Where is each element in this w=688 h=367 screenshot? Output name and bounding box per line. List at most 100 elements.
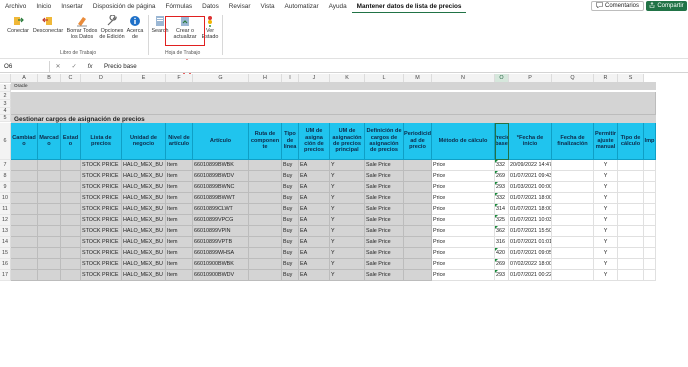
table-cell[interactable]: Buy: [282, 171, 299, 182]
table-cell[interactable]: [249, 204, 282, 215]
table-cell[interactable]: [61, 193, 81, 204]
column-title[interactable]: Método de cálculo: [432, 123, 495, 160]
table-cell[interactable]: 269: [495, 259, 509, 270]
table-cell[interactable]: EA: [299, 215, 330, 226]
table-cell[interactable]: 332: [495, 160, 509, 171]
table-cell[interactable]: [38, 204, 61, 215]
table-cell[interactable]: [552, 248, 594, 259]
table-cell[interactable]: [61, 259, 81, 270]
table-cell[interactable]: [644, 171, 656, 182]
table-cell[interactable]: STOCK PRICE: [81, 237, 122, 248]
column-title[interactable]: Periodicid ad de precio: [404, 123, 432, 160]
row-header[interactable]: 7: [0, 160, 11, 171]
table-cell[interactable]: EA: [299, 160, 330, 171]
table-cell[interactable]: Item: [166, 215, 193, 226]
table-cell[interactable]: [644, 204, 656, 215]
table-cell[interactable]: [11, 248, 38, 259]
table-cell[interactable]: Y: [594, 270, 618, 281]
table-cell[interactable]: Price: [432, 193, 495, 204]
table-cell[interactable]: EA: [299, 270, 330, 281]
table-cell[interactable]: Buy: [282, 204, 299, 215]
table-cell[interactable]: Price: [432, 171, 495, 182]
menu-tab[interactable]: Inicio: [31, 0, 56, 13]
table-cell[interactable]: Y: [330, 193, 365, 204]
table-cell[interactable]: Sale Price: [365, 237, 404, 248]
disconnect-button[interactable]: Desconectar: [32, 15, 64, 34]
table-cell[interactable]: Item: [166, 259, 193, 270]
column-title[interactable]: Permitir ajuste manual: [594, 123, 618, 160]
table-cell[interactable]: [249, 160, 282, 171]
table-cell[interactable]: Buy: [282, 160, 299, 171]
table-cell[interactable]: Y: [330, 226, 365, 237]
table-cell[interactable]: 66010899CLWT: [193, 204, 249, 215]
table-cell[interactable]: STOCK PRICE: [81, 193, 122, 204]
table-cell[interactable]: [38, 248, 61, 259]
table-cell[interactable]: [11, 237, 38, 248]
table-cell[interactable]: [61, 204, 81, 215]
table-cell[interactable]: 66010899BWNC: [193, 182, 249, 193]
table-cell[interactable]: EA: [299, 204, 330, 215]
table-cell[interactable]: 316: [495, 237, 509, 248]
table-cell[interactable]: Buy: [282, 237, 299, 248]
table-cell[interactable]: [618, 237, 644, 248]
row-header[interactable]: 13: [0, 226, 11, 237]
table-cell[interactable]: Item: [166, 193, 193, 204]
table-cell[interactable]: 01/07/2021 15:50: [509, 226, 552, 237]
table-cell[interactable]: Sale Price: [365, 160, 404, 171]
table-cell[interactable]: Y: [330, 171, 365, 182]
table-cell[interactable]: Y: [330, 160, 365, 171]
table-cell[interactable]: HALO_MEX_BU: [122, 259, 166, 270]
table-cell[interactable]: Y: [330, 182, 365, 193]
table-cell[interactable]: STOCK PRICE: [81, 270, 122, 281]
table-cell[interactable]: [618, 182, 644, 193]
table-cell[interactable]: 293: [495, 182, 509, 193]
table-cell[interactable]: [618, 160, 644, 171]
table-cell[interactable]: Buy: [282, 270, 299, 281]
table-cell[interactable]: 66010899BWBK: [193, 160, 249, 171]
table-cell[interactable]: Y: [594, 237, 618, 248]
table-cell[interactable]: Sale Price: [365, 193, 404, 204]
table-cell[interactable]: [618, 270, 644, 281]
table-cell[interactable]: 269: [495, 171, 509, 182]
table-cell[interactable]: EA: [299, 182, 330, 193]
table-cell[interactable]: Sale Price: [365, 182, 404, 193]
column-title[interactable]: Imp: [644, 123, 656, 160]
table-cell[interactable]: 66010899BWDV: [193, 171, 249, 182]
column-title[interactable]: Fecha de finalización: [552, 123, 594, 160]
table-cell[interactable]: Price: [432, 160, 495, 171]
table-cell[interactable]: EA: [299, 237, 330, 248]
table-cell[interactable]: [404, 215, 432, 226]
table-cell[interactable]: Y: [594, 160, 618, 171]
table-cell[interactable]: [404, 182, 432, 193]
table-cell[interactable]: [404, 270, 432, 281]
table-cell[interactable]: 362: [495, 226, 509, 237]
table-cell[interactable]: [618, 259, 644, 270]
table-cell[interactable]: [61, 226, 81, 237]
table-cell[interactable]: 20/09/2022 14:47: [509, 160, 552, 171]
table-cell[interactable]: Price: [432, 204, 495, 215]
table-cell[interactable]: [11, 182, 38, 193]
row-header[interactable]: 11: [0, 204, 11, 215]
table-cell[interactable]: HALO_MEX_BU: [122, 160, 166, 171]
menu-tab[interactable]: Archivo: [0, 0, 31, 13]
table-cell[interactable]: HALO_MEX_BU: [122, 248, 166, 259]
table-cell[interactable]: Price: [432, 215, 495, 226]
table-cell[interactable]: [11, 226, 38, 237]
table-cell[interactable]: Price: [432, 182, 495, 193]
table-cell[interactable]: [644, 226, 656, 237]
table-cell[interactable]: [644, 259, 656, 270]
table-cell[interactable]: [38, 193, 61, 204]
table-cell[interactable]: [61, 215, 81, 226]
row-header[interactable]: 10: [0, 193, 11, 204]
table-cell[interactable]: [552, 160, 594, 171]
table-cell[interactable]: [552, 171, 594, 182]
table-cell[interactable]: [38, 171, 61, 182]
column-title[interactable]: Definición de cargos de asignación de pr…: [365, 123, 404, 160]
confirm-icon[interactable]: ✓: [72, 63, 77, 70]
row-header[interactable]: 2: [0, 92, 11, 100]
table-cell[interactable]: STOCK PRICE: [81, 171, 122, 182]
table-cell[interactable]: [38, 270, 61, 281]
table-cell[interactable]: Buy: [282, 182, 299, 193]
table-cell[interactable]: 66010900BWDV: [193, 270, 249, 281]
row-header[interactable]: 12: [0, 215, 11, 226]
